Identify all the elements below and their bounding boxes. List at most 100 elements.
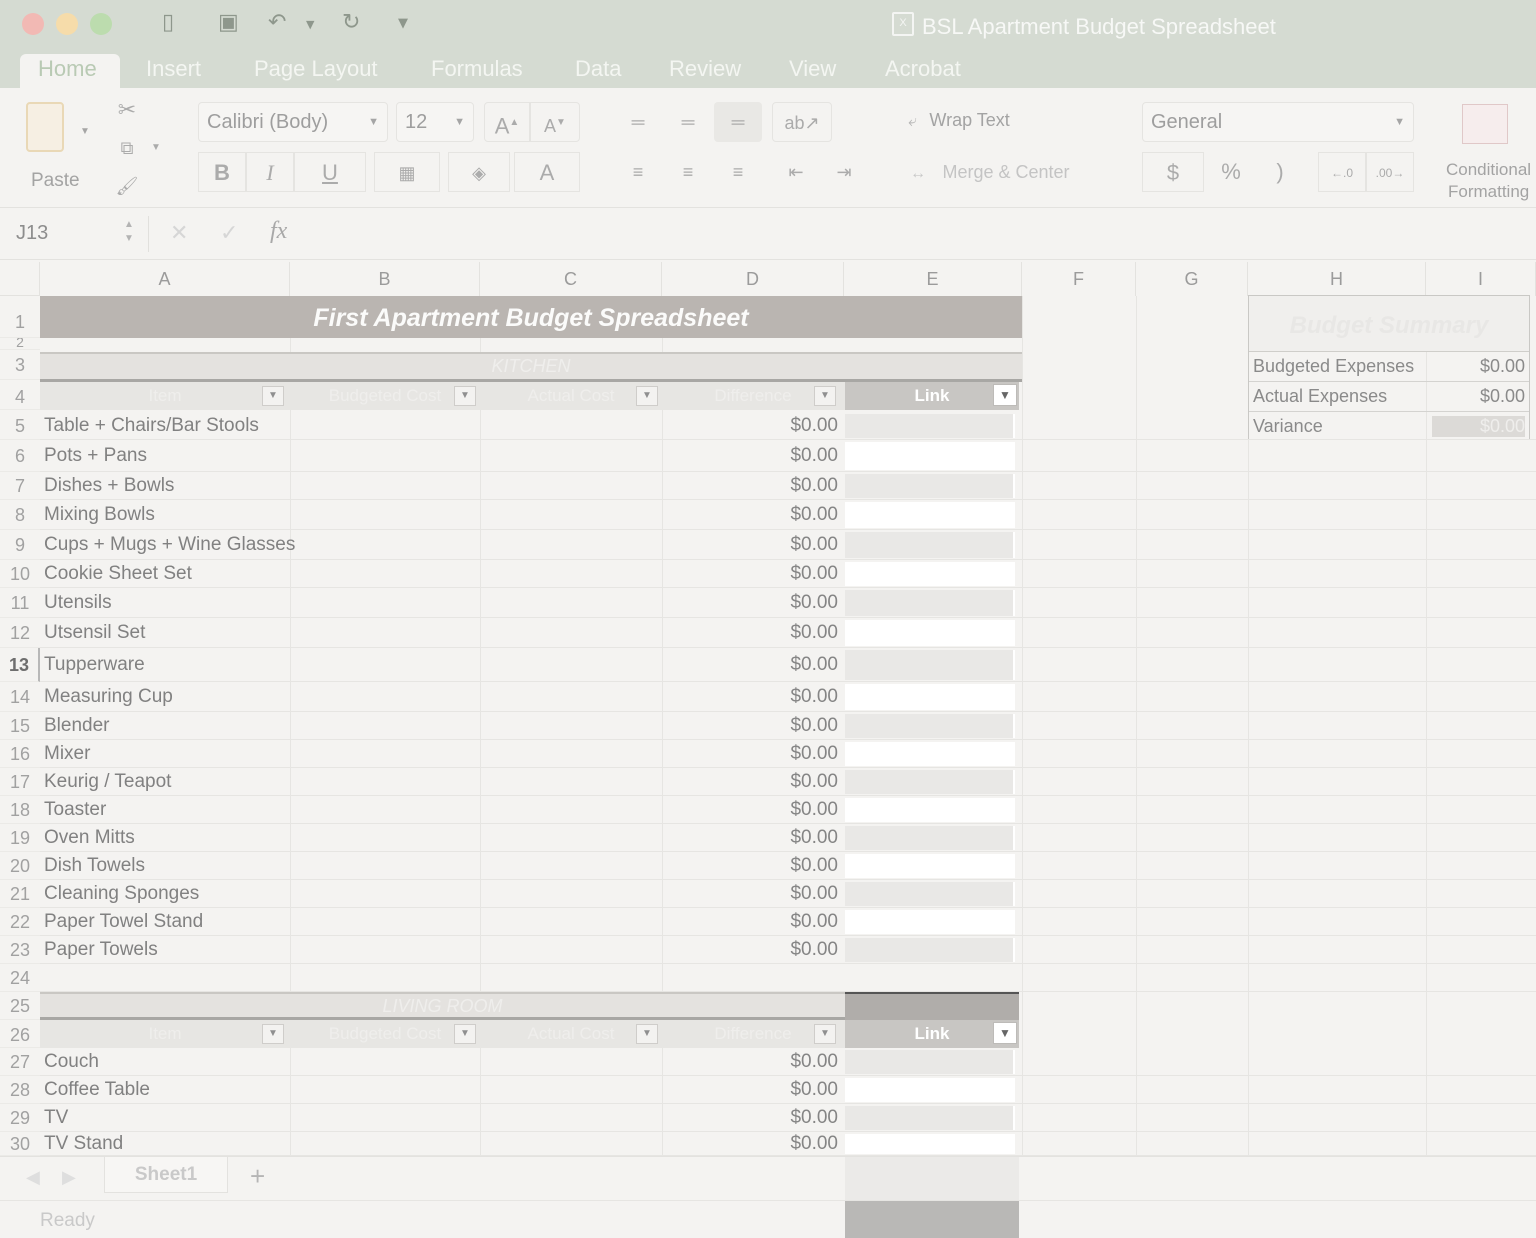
tab-review[interactable]: Review	[651, 54, 759, 88]
row-header[interactable]: 5	[0, 412, 40, 440]
increase-decimal-icon[interactable]: ←.0	[1318, 152, 1366, 192]
row-header[interactable]: 24	[0, 964, 40, 992]
row-header[interactable]: 25	[0, 992, 40, 1020]
link-cell[interactable]	[845, 714, 1015, 738]
table-row[interactable]: Paper Towel Stand $0.00	[40, 908, 1536, 936]
formula-input[interactable]	[310, 214, 1530, 254]
sheet-tab-sheet1[interactable]: Sheet1	[104, 1157, 228, 1193]
font-size-dropdown[interactable]: 12 ▼	[396, 102, 474, 142]
link-cell[interactable]	[845, 798, 1015, 822]
cut-icon[interactable]: ✂	[112, 90, 142, 130]
table-row[interactable]: Pots + Pans $0.00	[40, 440, 1536, 472]
table-row[interactable]: Utsensil Set $0.00	[40, 618, 1536, 648]
link-cell[interactable]	[845, 1134, 1015, 1154]
filter-dropdown-icon[interactable]: ▼	[993, 384, 1017, 406]
column-header-e[interactable]: E	[844, 262, 1022, 296]
summary-row-budgeted[interactable]: Budgeted Expenses $0.00	[1249, 352, 1529, 382]
link-cell[interactable]	[845, 1050, 1015, 1074]
link-cell[interactable]	[845, 590, 1015, 616]
filter-dropdown-icon[interactable]: ▼	[454, 1024, 476, 1044]
close-window-icon[interactable]	[22, 13, 44, 35]
link-cell[interactable]	[845, 474, 1015, 498]
item-cell[interactable]: Utsensil Set	[44, 622, 145, 644]
save-icon[interactable]: ▣	[218, 10, 239, 35]
conditional-formatting-button[interactable]: Conditional Formatting	[1446, 102, 1536, 202]
table-row[interactable]: Tupperware $0.00	[40, 648, 1536, 682]
link-cell[interactable]	[845, 910, 1015, 934]
row-header[interactable]: 16	[0, 740, 40, 768]
filter-dropdown-icon[interactable]: ▼	[636, 1024, 658, 1044]
previous-sheet-icon[interactable]: ◀	[26, 1167, 40, 1188]
difference-cell[interactable]: $0.00	[658, 415, 838, 437]
maximize-window-icon[interactable]	[90, 13, 112, 35]
number-format-dropdown[interactable]: General ▼	[1142, 102, 1414, 142]
row-header[interactable]: 12	[0, 618, 40, 648]
item-cell[interactable]: Oven Mitts	[44, 827, 135, 849]
difference-cell[interactable]: $0.00	[658, 771, 838, 793]
item-cell[interactable]: Blender	[44, 715, 110, 737]
link-cell[interactable]	[845, 742, 1015, 766]
difference-cell[interactable]: $0.00	[658, 1051, 838, 1073]
difference-cell[interactable]: $0.00	[658, 445, 838, 467]
item-cell[interactable]: Dish Towels	[44, 855, 145, 877]
difference-cell[interactable]: $0.00	[658, 827, 838, 849]
name-box[interactable]: J13	[16, 222, 48, 245]
copy-dropdown-icon[interactable]: ▼	[148, 128, 164, 168]
font-color-icon[interactable]: A	[514, 152, 580, 192]
row-header[interactable]: 10	[0, 560, 40, 588]
table-row[interactable]: Mixer $0.00	[40, 740, 1536, 768]
redo-icon[interactable]: ↻	[342, 10, 360, 35]
filter-dropdown-icon[interactable]: ▼	[636, 386, 658, 406]
link-cell[interactable]	[845, 650, 1015, 680]
accounting-format-button[interactable]: $	[1142, 152, 1204, 192]
link-cell[interactable]	[845, 502, 1015, 528]
sidebar-toggle-icon[interactable]: ▯	[162, 10, 174, 35]
difference-cell[interactable]: $0.00	[658, 475, 838, 497]
undo-dropdown-icon[interactable]: ▼	[306, 18, 314, 31]
difference-cell[interactable]: $0.00	[658, 743, 838, 765]
summary-row-actual[interactable]: Actual Expenses $0.00	[1249, 382, 1529, 412]
borders-icon[interactable]: ▦	[374, 152, 440, 192]
align-left-icon[interactable]: ≡	[614, 152, 662, 192]
font-name-dropdown[interactable]: Calibri (Body) ▼	[198, 102, 388, 142]
increase-indent-icon[interactable]: ⇥	[820, 152, 868, 192]
paste-button[interactable]: ▼ Paste	[18, 96, 92, 191]
table-row[interactable]: Dishes + Bowls $0.00	[40, 472, 1536, 500]
table-row[interactable]: Cups + Mugs + Wine Glasses $0.00	[40, 530, 1536, 560]
wrap-text-button[interactable]: ⤶ Wrap Text	[908, 110, 1010, 136]
difference-cell[interactable]: $0.00	[658, 563, 838, 585]
item-cell[interactable]: Table + Chairs/Bar Stools	[44, 415, 259, 437]
difference-cell[interactable]: $0.00	[658, 534, 838, 556]
table-row[interactable]: Blender $0.00	[40, 712, 1536, 740]
row-header[interactable]: 7	[0, 472, 40, 500]
row-header[interactable]: 17	[0, 768, 40, 796]
format-painter-icon[interactable]: 🖌	[112, 166, 142, 206]
link-cell[interactable]	[845, 442, 1015, 470]
link-cell[interactable]	[845, 684, 1015, 710]
table-row[interactable]: Utensils $0.00	[40, 588, 1536, 618]
row-header[interactable]: 9	[0, 530, 40, 560]
item-cell[interactable]: TV Stand	[44, 1133, 123, 1155]
difference-cell[interactable]: $0.00	[658, 654, 838, 676]
next-sheet-icon[interactable]: ▶	[62, 1167, 76, 1188]
filter-dropdown-icon[interactable]: ▼	[814, 1024, 836, 1044]
tab-acrobat[interactable]: Acrobat	[867, 54, 979, 88]
column-header-d[interactable]: D	[662, 262, 844, 296]
difference-cell[interactable]: $0.00	[658, 592, 838, 614]
merge-center-button[interactable]: ↔ Merge & Center	[910, 162, 1070, 188]
column-header-g[interactable]: G	[1136, 262, 1248, 296]
filter-dropdown-icon[interactable]: ▼	[993, 1022, 1017, 1044]
difference-cell[interactable]: $0.00	[658, 911, 838, 933]
italic-button[interactable]: I	[246, 152, 294, 192]
orientation-icon[interactable]: ab↗	[772, 102, 832, 142]
row-header[interactable]: 27	[0, 1048, 40, 1076]
row-header[interactable]: 23	[0, 936, 40, 964]
tab-view[interactable]: View	[771, 54, 854, 88]
row-header[interactable]: 21	[0, 880, 40, 908]
item-cell[interactable]: Paper Towels	[44, 939, 158, 961]
column-header-b[interactable]: B	[290, 262, 480, 296]
row-header[interactable]: 4	[0, 380, 40, 410]
row-header[interactable]: 3	[0, 350, 40, 380]
item-cell[interactable]: Dishes + Bowls	[44, 475, 174, 497]
row-header[interactable]: 18	[0, 796, 40, 824]
